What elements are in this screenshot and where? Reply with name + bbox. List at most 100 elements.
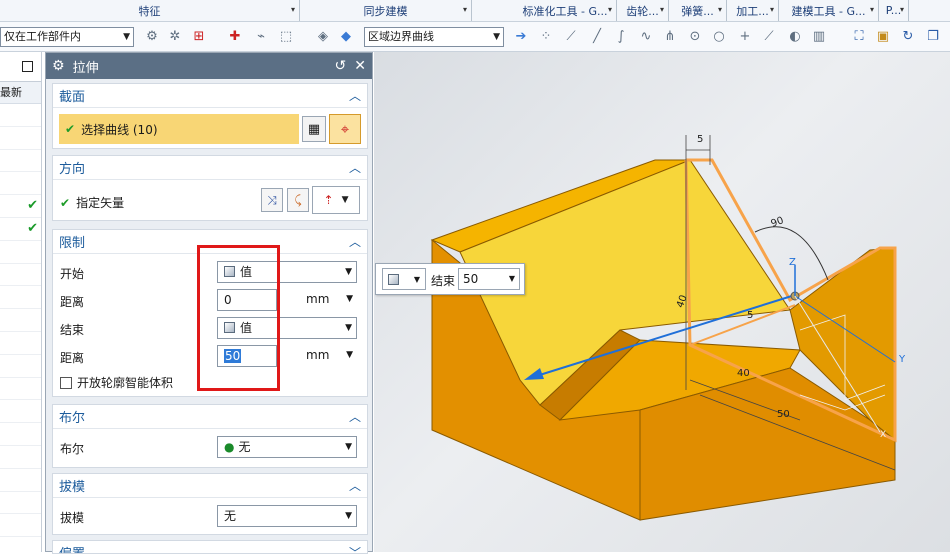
start-label: 开始 [60, 267, 85, 281]
scope-select[interactable]: 仅在工作部件内 ▼ [0, 27, 134, 47]
angle-arc [754, 226, 829, 281]
list-item[interactable] [0, 264, 41, 287]
ribbon-group-feature[interactable]: 特征 ▾ [0, 0, 300, 21]
cross-icon[interactable]: + [736, 27, 754, 45]
sketch-section-icon[interactable]: ▦ [302, 116, 326, 142]
ribbon-group-sync-modeling[interactable]: 同步建模 ▾ [300, 0, 472, 21]
tangent-icon[interactable]: ⟋ [760, 27, 778, 45]
point-snap-icon[interactable]: ✚ [226, 27, 244, 45]
graphics-viewport[interactable]: 5 90 5 40 40 50 Z Y X [374, 52, 950, 552]
draft-header[interactable]: 拔模 ︿ [53, 474, 367, 498]
chevron-down-icon: ▼ [345, 511, 352, 521]
end-value-popup: ▼ 结束 50 ▼ [375, 263, 525, 295]
collapse-icon[interactable]: ︿ [349, 159, 361, 176]
wave-icon[interactable]: ∿ [637, 27, 655, 45]
draft-label: 拔模 [60, 511, 85, 525]
start-unit-select[interactable]: mm ▼ [280, 289, 357, 311]
list-item[interactable] [0, 332, 41, 355]
ribbon-group-bar: 特征 ▾ 同步建模 ▾ 标准化工具 - G... ▾ 齿轮... ▾ 弹簧... ▾ 加工… [0, 0, 950, 22]
list-item[interactable] [0, 127, 41, 150]
list-item[interactable] [0, 378, 41, 401]
collapse-icon[interactable]: ︿ [349, 477, 361, 494]
boolean-header[interactable]: 布尔 ︿ [53, 405, 367, 429]
box-select-icon[interactable]: ⬚ [277, 27, 295, 45]
list-item[interactable] [0, 400, 41, 424]
close-icon[interactable]: ✕ [354, 58, 366, 74]
list-item[interactable] [0, 104, 41, 127]
select-curve-row[interactable]: ✔ 选择曲线 (10) [59, 114, 299, 144]
window-square-icon[interactable] [22, 61, 33, 72]
fork-icon[interactable]: ⋔ [661, 27, 679, 45]
image-icon[interactable]: ▣ [874, 27, 892, 45]
list-item[interactable] [0, 492, 41, 515]
layers-icon[interactable]: ❐ [924, 27, 942, 45]
ribbon-group-standard-tools[interactable]: 标准化工具 - G... ▾ [514, 0, 617, 21]
list-item[interactable] [0, 309, 41, 332]
list-item[interactable] [0, 150, 41, 173]
circle-center-icon[interactable]: ⊙ [686, 27, 704, 45]
expand-icon[interactable]: ﹀ [349, 544, 361, 553]
check-icon: ✔ [27, 198, 38, 214]
curve-rule-select[interactable]: 区域边界曲线 ▼ [364, 27, 504, 47]
collapse-icon[interactable]: ︿ [349, 233, 361, 250]
list-item[interactable] [0, 355, 41, 378]
list-item[interactable] [0, 241, 41, 264]
arrow-right-icon[interactable]: ➔ [512, 27, 530, 45]
list-item[interactable] [0, 172, 41, 196]
list-item[interactable] [0, 469, 41, 492]
collapse-icon[interactable]: ︿ [349, 87, 361, 104]
face-icon[interactable]: ◐ [786, 27, 804, 45]
offset-header[interactable]: 偏置﹀ [53, 541, 367, 553]
column-latest[interactable]: 最新 [0, 82, 41, 104]
shaded-icon[interactable]: ◈ [314, 27, 332, 45]
wire-icon[interactable]: ⌁ [252, 27, 270, 45]
chevron-down-icon: ▾ [290, 5, 295, 14]
popup-end-input[interactable]: 50 ▼ [458, 268, 520, 290]
solid-icon[interactable]: ◆ [337, 27, 355, 45]
list-item[interactable]: ✔ [0, 218, 41, 241]
list-item[interactable] [0, 423, 41, 446]
open-profile-checkbox[interactable] [60, 376, 72, 389]
ribbon-group-machining[interactable]: 加工... ▾ [727, 0, 779, 21]
dim-bottom[interactable]: 50 [777, 409, 790, 420]
part-navigator: 最新 ✔ ✔ [0, 52, 42, 552]
add-selection-icon[interactable]: ⊞ [190, 27, 208, 45]
dim-side[interactable]: 5 [747, 310, 753, 321]
boolean-select[interactable]: ● 无 ▼ [217, 436, 357, 458]
grid-icon[interactable]: ▥ [810, 27, 828, 45]
highlight-box [197, 245, 280, 391]
collapse-icon[interactable]: ︿ [349, 408, 361, 425]
list-item[interactable]: ✔ [0, 195, 41, 218]
spline-icon[interactable]: ∫ [612, 27, 630, 45]
popup-type-select[interactable]: ▼ [382, 268, 426, 290]
ribbon-group-modeling-tools[interactable]: 建模工具 - G... ▾ [779, 0, 879, 21]
draft-select[interactable]: 无 ▼ [217, 505, 357, 527]
circle-icon[interactable]: ○ [710, 27, 728, 45]
ribbon-group-gear[interactable]: 齿轮... ▾ [617, 0, 669, 21]
fit-icon[interactable]: ⁘ [537, 27, 555, 45]
start-distance-label: 距离 [60, 295, 85, 309]
line-icon[interactable]: ⟋ [562, 27, 580, 45]
vector-dialog-icon[interactable]: ⤹ [287, 188, 309, 212]
list-item[interactable] [0, 286, 41, 310]
view-fit-icon[interactable]: ⛶ [850, 27, 868, 45]
ribbon-group-more[interactable]: P... ▾ [879, 0, 909, 21]
dim-top[interactable]: 5 [697, 134, 703, 145]
curve-icon[interactable]: ╱ [588, 27, 606, 45]
refresh-icon[interactable]: ↻ [899, 27, 917, 45]
end-unit-select[interactable]: mm ▼ [280, 345, 357, 367]
list-item[interactable] [0, 514, 41, 538]
filter-icon[interactable]: ⚙ [143, 27, 161, 45]
dim-depth[interactable]: 40 [737, 368, 750, 379]
vector-type-select[interactable]: ⇡ ▼ [312, 186, 360, 214]
section-header[interactable]: 截面 ︿ [53, 84, 367, 108]
direction-header[interactable]: 方向 ︿ [53, 156, 367, 180]
ribbon-group-spring[interactable]: 弹簧... ▾ [669, 0, 727, 21]
snap-icon[interactable]: ✲ [166, 27, 184, 45]
select-curve-icon[interactable]: ⌖ [329, 114, 361, 144]
reverse-direction-icon[interactable]: ⤨ [261, 188, 283, 212]
axis-y-label: Y [899, 354, 906, 365]
list-item[interactable] [0, 446, 41, 469]
chevron-down-icon: ▼ [341, 195, 349, 205]
reset-icon[interactable]: ↺ [335, 58, 347, 74]
